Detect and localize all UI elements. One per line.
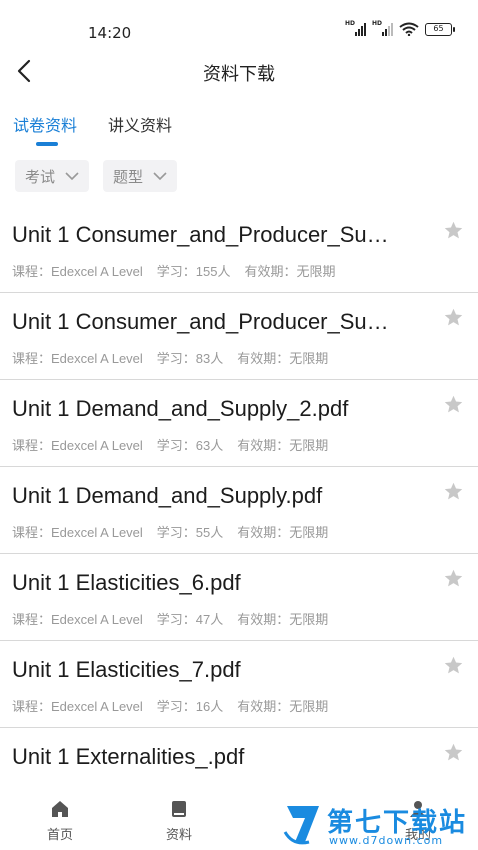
item-study-count: 学习：55人 [156,525,224,540]
item-title: Unit 1 Consumer_and_Producer_Surplus.pdf [12,309,394,334]
material-list: Unit 1 Consumer_and_Producer_Surplus_1.p… [0,206,478,815]
nav-label: 资料 [165,828,192,843]
wifi-icon [399,22,419,36]
d7down-logo-icon [283,806,319,845]
item-course: 课程：Edexcel A Level [12,612,143,627]
list-item[interactable]: Unit 1 Consumer_and_Producer_Surplus.pdf… [0,293,478,380]
item-study-count: 学习：16人 [156,699,224,714]
tab-indicator [36,142,58,146]
filter-label: 题型 [113,167,144,186]
item-validity: 有效期：无限期 [237,699,329,714]
item-course: 课程：Edexcel A Level [12,699,143,714]
tab-lecture-materials[interactable]: 讲义资料 [108,112,172,136]
item-meta: 课程：Edexcel A Level 学习：155人 有效期：无限期 [12,261,336,280]
item-validity: 有效期：无限期 [237,525,329,540]
item-course: 课程：Edexcel A Level [12,264,143,279]
item-meta: 课程：Edexcel A Level 学习：47人 有效期：无限期 [12,609,328,628]
star-icon[interactable] [443,655,464,676]
book-icon [172,801,186,817]
star-icon[interactable] [443,307,464,328]
star-icon[interactable] [443,220,464,241]
tab-bar: 试卷资料 讲义资料 [0,108,478,148]
item-course: 课程：Edexcel A Level [12,438,143,453]
home-icon [52,801,68,817]
status-icons: HD HD 65 [345,20,455,36]
item-title: Unit 1 Elasticities_6.pdf [12,570,241,595]
list-item[interactable]: Unit 1 Demand_and_Supply.pdf 课程：Edexcel … [0,467,478,554]
header: 资料下载 [0,52,478,92]
question-type-filter-dropdown[interactable]: 题型 [103,160,178,192]
tab-exam-materials[interactable]: 试卷资料 [13,112,77,136]
exam-filter-dropdown[interactable]: 考试 [15,160,90,192]
status-bar: 14:20 HD HD 65 [0,0,478,52]
item-meta: 课程：Edexcel A Level 学习：55人 有效期：无限期 [12,522,328,541]
star-icon[interactable] [443,568,464,589]
item-title: Unit 1 Demand_and_Supply.pdf [12,483,323,508]
item-meta: 课程：Edexcel A Level 学习：63人 有效期：无限期 [12,435,328,454]
list-item[interactable]: Unit 1 Elasticities_6.pdf 课程：Edexcel A L… [0,554,478,641]
item-course: 课程：Edexcel A Level [12,525,143,540]
item-validity: 有效期：无限期 [244,264,336,279]
page-title: 资料下载 [203,64,275,85]
battery-icon: 65 [425,22,455,36]
nav-materials[interactable]: 资料 [149,800,209,843]
item-validity: 有效期：无限期 [237,612,329,627]
list-item[interactable]: Unit 1 Demand_and_Supply_2.pdf 课程：Edexce… [0,380,478,467]
list-item[interactable]: Unit 1 Consumer_and_Producer_Surplus_1.p… [0,206,478,293]
status-time: 14:20 [88,24,132,42]
item-meta: 课程：Edexcel A Level 学习：83人 有效期：无限期 [12,348,328,367]
filter-bar: 考试 题型 [15,160,178,192]
watermark: 第七下载站 www.d7down.com [283,800,478,850]
star-icon[interactable] [443,742,464,763]
item-study-count: 学习：83人 [156,351,224,366]
item-study-count: 学习：63人 [156,438,224,453]
item-title: Unit 1 Elasticities_7.pdf [12,657,241,682]
filter-label: 考试 [25,167,56,186]
item-study-count: 学习：155人 [156,264,231,279]
item-title: Unit 1 Externalities_.pdf [12,744,245,769]
chevron-down-icon [65,172,79,181]
star-icon[interactable] [443,481,464,502]
list-item[interactable]: Unit 1 Elasticities_7.pdf 课程：Edexcel A L… [0,641,478,728]
watermark-url: www.d7down.com [329,834,444,847]
chevron-down-icon [153,172,167,181]
nav-home[interactable]: 首页 [30,800,90,843]
star-icon[interactable] [443,394,464,415]
item-title: Unit 1 Consumer_and_Producer_Surplus_1.p… [12,222,394,247]
item-title: Unit 1 Demand_and_Supply_2.pdf [12,396,349,421]
item-meta: 课程：Edexcel A Level 学习：16人 有效期：无限期 [12,696,328,715]
item-course: 课程：Edexcel A Level [12,351,143,366]
item-validity: 有效期：无限期 [237,351,329,366]
signal-icon: HD [345,20,366,36]
item-validity: 有效期：无限期 [237,438,329,453]
signal-icon: HD [372,20,393,36]
item-study-count: 学习：47人 [156,612,224,627]
nav-label: 首页 [46,828,73,843]
